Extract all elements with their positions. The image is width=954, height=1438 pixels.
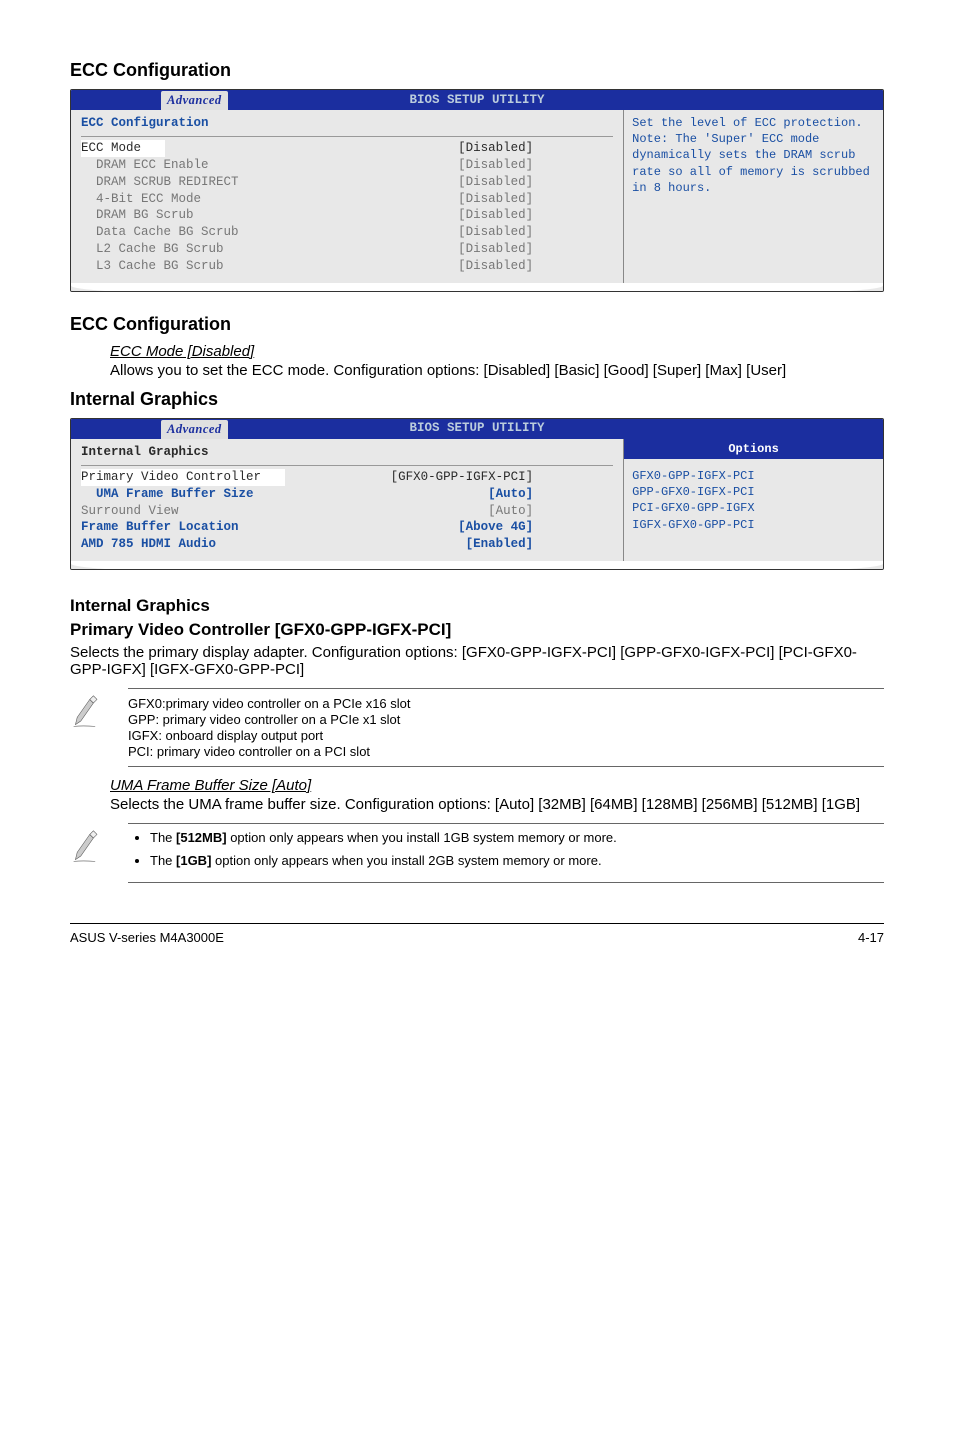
bios-row-label: 4-Bit ECC Mode (81, 191, 201, 208)
bios-row-label: Surround View (81, 503, 179, 520)
bios-row-value: [GFX0-GPP-IGFX-PCI] (391, 469, 534, 486)
pvc-title: Primary Video Controller [GFX0-GPP-IGFX-… (70, 620, 884, 640)
bios-row: Primary Video Controller [GFX0-GPP-IGFX-… (81, 469, 613, 486)
bios-row-value: [Above 4G] (458, 519, 533, 536)
section-title-internal-graphics-2: Internal Graphics (70, 596, 884, 616)
bios-right-panel: Set the level of ECC protection. Note: T… (623, 110, 883, 291)
bios-header: BIOS SETUP UTILITY Advanced (71, 419, 883, 439)
bios-panel-graphics: BIOS SETUP UTILITY Advanced Internal Gra… (70, 418, 884, 570)
bios-option-item: GPP-GFX0-IGFX-PCI (632, 484, 875, 500)
bios-row-label: L3 Cache BG Scrub (81, 258, 224, 275)
bios-left-subtitle: ECC Configuration (81, 115, 613, 137)
note-text: The (150, 830, 176, 845)
bios-row-value: [Auto] (488, 503, 533, 520)
section-title-ecc-config-2: ECC Configuration (70, 314, 884, 335)
bios-tab-advanced: Advanced (161, 420, 228, 439)
bios-left-panel: Internal Graphics Primary Video Controll… (71, 439, 623, 569)
bios-option-item: PCI-GFX0-GPP-IGFX (632, 500, 875, 516)
footer-page: 4-17 (858, 930, 884, 945)
bios-row: Surround View [Auto] (81, 503, 613, 520)
glossary-line: PCI: primary video controller on a PCI s… (128, 744, 884, 759)
bios-row-value: [Disabled] (458, 207, 533, 224)
bios-row-label: DRAM ECC Enable (81, 157, 209, 174)
bios-left-subtitle: Internal Graphics (81, 444, 613, 466)
bios-row-label: Frame Buffer Location (81, 519, 239, 536)
glossary-line: IGFX: onboard display output port (128, 728, 884, 743)
section-title-internal-graphics-1: Internal Graphics (70, 389, 884, 410)
note-bold: [1GB] (176, 853, 211, 868)
bios-help-text: Set the level of ECC protection. Note: T… (632, 116, 870, 195)
bios-row: DRAM BG Scrub [Disabled] (81, 207, 613, 224)
bios-tab-advanced: Advanced (161, 91, 228, 110)
glossary-line: GPP: primary video controller on a PCIe … (128, 712, 884, 727)
note-text: option only appears when you install 1GB… (227, 830, 617, 845)
bios-option-item: IGFX-GFX0-GPP-PCI (632, 517, 875, 533)
bios-row: UMA Frame Buffer Size [Auto] (81, 486, 613, 503)
bios-row-label: DRAM SCRUB REDIRECT (81, 174, 239, 191)
bios-row: DRAM SCRUB REDIRECT [Disabled] (81, 174, 613, 191)
glossary-note: GFX0:primary video controller on a PCIe … (128, 688, 884, 767)
section-title-ecc-config-1: ECC Configuration (70, 60, 884, 81)
ecc-mode-body: Allows you to set the ECC mode. Configur… (110, 362, 884, 379)
bios-row: L2 Cache BG Scrub [Disabled] (81, 241, 613, 258)
uma-body: Selects the UMA frame buffer size. Confi… (110, 796, 884, 813)
note-512mb: The [512MB] option only appears when you… (150, 830, 884, 845)
pvc-body: Selects the primary display adapter. Con… (70, 644, 884, 678)
note-1gb: The [1GB] option only appears when you i… (150, 853, 884, 868)
bios-row-value: [Auto] (488, 486, 533, 503)
bios-row-label: DRAM BG Scrub (81, 207, 194, 224)
bios-row-label: ECC Mode (81, 140, 165, 157)
bios-title-text: BIOS SETUP UTILITY (409, 92, 544, 109)
pencil-icon (70, 688, 108, 734)
bios-title-text: BIOS SETUP UTILITY (409, 420, 544, 437)
bios-row: L3 Cache BG Scrub [Disabled] (81, 258, 613, 275)
bios-row-value: [Disabled] (458, 191, 533, 208)
bios-row-label: L2 Cache BG Scrub (81, 241, 224, 258)
bios-header: BIOS SETUP UTILITY Advanced (71, 90, 883, 110)
bios-row: DRAM ECC Enable [Disabled] (81, 157, 613, 174)
bios-row: Frame Buffer Location [Above 4G] (81, 519, 613, 536)
bios-row: Data Cache BG Scrub [Disabled] (81, 224, 613, 241)
bios-left-panel: ECC Configuration ECC Mode [Disabled] DR… (71, 110, 623, 291)
note-text: The (150, 853, 176, 868)
bios-row-label: Primary Video Controller (81, 469, 285, 486)
glossary-line: GFX0:primary video controller on a PCIe … (128, 696, 884, 711)
bios-row-value: [Enabled] (466, 536, 534, 553)
memory-note: The [512MB] option only appears when you… (128, 823, 884, 883)
note-text: option only appears when you install 2GB… (211, 853, 601, 868)
bios-row-label: AMD 785 HDMI Audio (81, 536, 216, 553)
bios-row: ECC Mode [Disabled] (81, 140, 613, 157)
bios-row-value: [Disabled] (458, 258, 533, 275)
bios-row-value: [Disabled] (458, 241, 533, 258)
bios-option-item: GFX0-GPP-IGFX-PCI (632, 468, 875, 484)
bios-row-value: [Disabled] (458, 174, 533, 191)
bios-row-label: Data Cache BG Scrub (81, 224, 239, 241)
bios-row-label: UMA Frame Buffer Size (81, 486, 254, 503)
note-bold: [512MB] (176, 830, 227, 845)
bios-row: AMD 785 HDMI Audio [Enabled] (81, 536, 613, 553)
footer-product: ASUS V-series M4A3000E (70, 930, 224, 945)
ecc-mode-title: ECC Mode [Disabled] (110, 343, 884, 360)
pencil-icon (70, 823, 108, 869)
bios-row-value: [Disabled] (458, 140, 533, 157)
uma-title: UMA Frame Buffer Size [Auto] (110, 777, 884, 794)
bios-options-header: Options (624, 439, 883, 459)
bios-right-panel: Options GFX0-GPP-IGFX-PCI GPP-GFX0-IGFX-… (623, 439, 883, 569)
bios-row: 4-Bit ECC Mode [Disabled] (81, 191, 613, 208)
bios-panel-ecc: BIOS SETUP UTILITY Advanced ECC Configur… (70, 89, 884, 292)
bios-row-value: [Disabled] (458, 224, 533, 241)
bios-row-value: [Disabled] (458, 157, 533, 174)
